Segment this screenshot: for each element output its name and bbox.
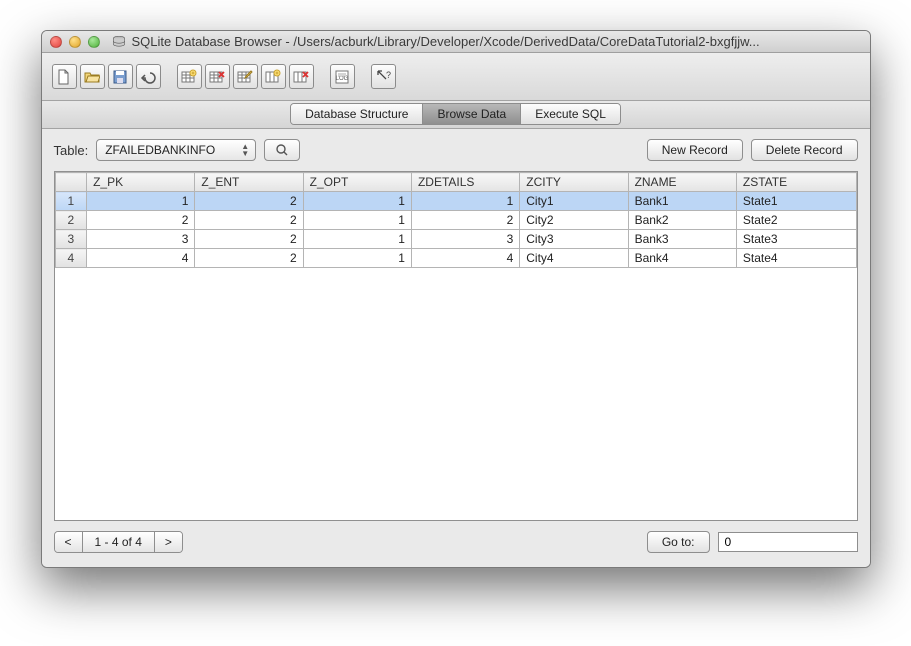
goto-button[interactable]: Go to: [647,531,710,553]
data-table: Z_PKZ_ENTZ_OPTZDETAILSZCITYZNAMEZSTATE 1… [55,172,857,268]
cell[interactable]: Bank2 [628,211,736,230]
tab-database-structure[interactable]: Database Structure [291,104,423,124]
column-header-zstate[interactable]: ZSTATE [736,173,856,192]
undo-button[interactable] [136,64,161,89]
row-number[interactable]: 2 [55,211,87,230]
help-button[interactable]: ? [371,64,396,89]
row-header-corner [55,173,87,192]
cell[interactable]: State1 [736,192,856,211]
table-row[interactable]: 44214City4Bank4State4 [55,249,856,268]
cell[interactable]: 2 [195,230,303,249]
browse-controls: Table: ZFAILEDBANKINFO ▲▼ New Record Del… [42,129,870,171]
row-number[interactable]: 3 [55,230,87,249]
data-grid[interactable]: Z_PKZ_ENTZ_OPTZDETAILSZCITYZNAMEZSTATE 1… [54,171,858,521]
cell[interactable]: 2 [195,211,303,230]
cell[interactable]: Bank1 [628,192,736,211]
window-controls [50,36,100,48]
table-select[interactable]: ZFAILEDBANKINFO ▲▼ [96,139,256,161]
delete-table-button[interactable] [205,64,230,89]
prev-page-button[interactable]: < [55,532,83,552]
new-record-button[interactable]: New Record [647,139,743,161]
cell[interactable]: State2 [736,211,856,230]
cell[interactable]: 2 [195,249,303,268]
footer-bar: < 1 - 4 of 4 > Go to: [42,521,870,567]
page-range: 1 - 4 of 4 [83,532,155,552]
column-header-zcity[interactable]: ZCITY [520,173,628,192]
app-window: SQLite Database Browser - /Users/acburk/… [41,30,871,568]
cell[interactable]: 3 [87,230,195,249]
column-header-z_opt[interactable]: Z_OPT [303,173,411,192]
pager: < 1 - 4 of 4 > [54,531,183,553]
zoom-window-button[interactable] [88,36,100,48]
column-header-z_pk[interactable]: Z_PK [87,173,195,192]
select-arrows-icon: ▲▼ [241,143,249,157]
cell[interactable]: City2 [520,211,628,230]
open-file-button[interactable] [80,64,105,89]
delete-record-button[interactable]: Delete Record [751,139,858,161]
save-button[interactable] [108,64,133,89]
close-window-button[interactable] [50,36,62,48]
add-column-button[interactable] [261,64,286,89]
cell[interactable]: Bank4 [628,249,736,268]
new-file-button[interactable] [52,64,77,89]
row-number[interactable]: 4 [55,249,87,268]
search-button[interactable] [264,139,300,161]
cell[interactable]: 2 [87,211,195,230]
cell[interactable]: City3 [520,230,628,249]
titlebar: SQLite Database Browser - /Users/acburk/… [42,31,870,53]
cell[interactable]: 1 [303,230,411,249]
cell[interactable]: 1 [303,249,411,268]
cell[interactable]: Bank3 [628,230,736,249]
cell[interactable]: City1 [520,192,628,211]
column-header-zdetails[interactable]: ZDETAILS [411,173,519,192]
log-button[interactable]: LOG [330,64,355,89]
cell[interactable]: 1 [303,192,411,211]
row-number[interactable]: 1 [55,192,87,211]
cell[interactable]: City4 [520,249,628,268]
table-row[interactable]: 33213City3Bank3State3 [55,230,856,249]
cell[interactable]: 1 [411,192,519,211]
tab-bar: Database Structure Browse Data Execute S… [42,101,870,129]
svg-text:?: ? [386,70,391,80]
create-table-button[interactable] [177,64,202,89]
tab-browse-data[interactable]: Browse Data [423,104,521,124]
database-icon [112,36,126,47]
table-row[interactable]: 22212City2Bank2State2 [55,211,856,230]
delete-column-button[interactable] [289,64,314,89]
table-row[interactable]: 11211City1Bank1State1 [55,192,856,211]
cell[interactable]: State3 [736,230,856,249]
toolbar: LOG ? [42,53,870,101]
cell[interactable]: 3 [411,230,519,249]
table-select-value: ZFAILEDBANKINFO [105,143,215,157]
cell[interactable]: 1 [303,211,411,230]
cell[interactable]: 4 [411,249,519,268]
modify-table-button[interactable] [233,64,258,89]
tab-segment: Database Structure Browse Data Execute S… [290,103,621,125]
next-page-button[interactable]: > [155,532,182,552]
tab-execute-sql[interactable]: Execute SQL [521,104,620,124]
cell[interactable]: 4 [87,249,195,268]
cell[interactable]: 2 [195,192,303,211]
svg-text:LOG: LOG [336,76,349,82]
cell[interactable]: 2 [411,211,519,230]
column-header-z_ent[interactable]: Z_ENT [195,173,303,192]
cell[interactable]: 1 [87,192,195,211]
minimize-window-button[interactable] [69,36,81,48]
column-header-zname[interactable]: ZNAME [628,173,736,192]
goto-input[interactable] [718,532,858,552]
cell[interactable]: State4 [736,249,856,268]
window-title: SQLite Database Browser - /Users/acburk/… [132,34,862,49]
table-label: Table: [54,143,89,158]
